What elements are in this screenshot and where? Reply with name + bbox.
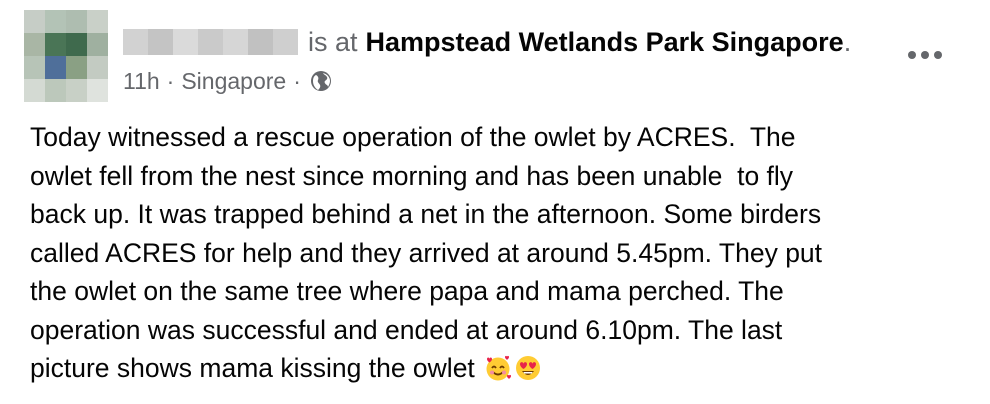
post-text-line: Today witnessed a rescue operation of th… — [30, 122, 796, 152]
post-location: Singapore — [181, 67, 287, 94]
facebook-post: is at Hampstead Wetlands Park Singapore … — [0, 0, 990, 404]
meta-separator: · — [166, 67, 175, 94]
author-name-redacted[interactable] — [123, 29, 298, 55]
more-horizontal-icon — [908, 51, 942, 59]
smiling-face-with-hearts-emoji — [484, 354, 512, 382]
post-text-line: picture shows mama kissing the owlet — [30, 353, 475, 383]
checkin-place-link[interactable]: Hampstead Wetlands Park Singapore — [366, 27, 844, 58]
avatar[interactable] — [24, 10, 108, 102]
post-header: is at Hampstead Wetlands Park Singapore … — [123, 22, 851, 62]
meta-separator: · — [293, 67, 301, 94]
more-options-button[interactable] — [905, 40, 945, 70]
post-text-line: called ACRES for help and they arrived a… — [30, 237, 823, 268]
globe-icon[interactable] — [310, 70, 332, 92]
post-text-line: back up. It was trapped behind a net in … — [30, 199, 822, 229]
post-text-last-line: picture shows mama kissing the owlet — [30, 349, 980, 388]
checkin-period: . — [843, 26, 852, 57]
post-timestamp[interactable]: 11h — [123, 68, 160, 95]
post-text-line: the owlet on the same tree where papa an… — [30, 276, 784, 306]
checkin-prefix: is at — [308, 26, 358, 57]
post-meta: 11h · Singapore · — [123, 66, 332, 96]
post-body: Today witnessed a rescue operation of th… — [30, 118, 980, 388]
heart-eyes-emoji — [514, 354, 542, 382]
post-text-line: operation was successful and ended at ar… — [30, 314, 783, 345]
post-text-line: owlet fell from the nest since morning a… — [30, 160, 794, 191]
